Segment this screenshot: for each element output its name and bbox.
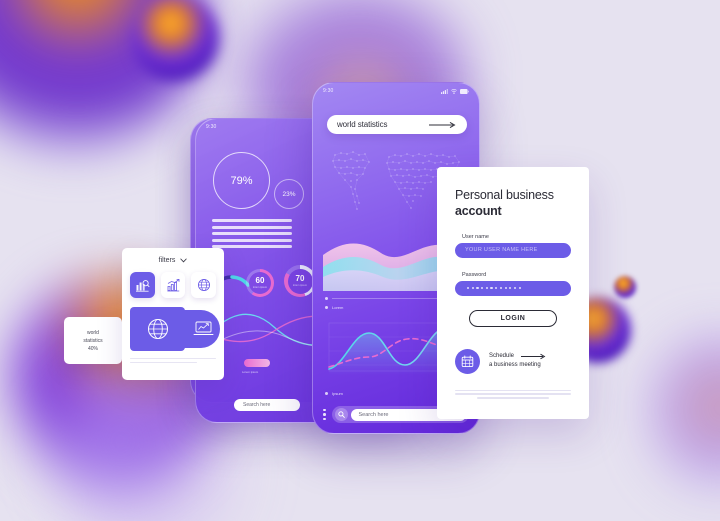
- filters-card-footer-text: [130, 358, 216, 364]
- gauge-60-value: 60: [255, 276, 265, 285]
- mini-stat-card: world statistics 40%: [64, 317, 122, 364]
- password-label: Password: [462, 271, 487, 278]
- filter-big-tile-globe[interactable]: [130, 307, 185, 351]
- placeholder-bars: [212, 219, 292, 252]
- filter-tile-bar-chart-up[interactable]: [160, 272, 186, 298]
- gauge-60: 60 lorem ipsum: [246, 269, 274, 297]
- filter-tiles: [130, 272, 217, 298]
- login-title-line1: Personal business: [455, 188, 554, 202]
- mini-stat-line2: statistics: [83, 337, 103, 344]
- front-phone-statusbar: 9:30: [313, 83, 479, 99]
- gauge-70-caption: lorem ipsum: [292, 284, 308, 287]
- password-field[interactable]: [455, 280, 571, 296]
- filter-tile-globe[interactable]: [191, 272, 217, 298]
- search-icon: [334, 408, 348, 421]
- statusbar-time: 9:30: [323, 88, 334, 94]
- username-field[interactable]: YOUR USER NAME HERE: [455, 242, 571, 258]
- mini-stat-line1: world: [87, 329, 99, 336]
- laptop-chart-icon: [193, 321, 213, 335]
- globe-icon: [147, 319, 168, 339]
- arrow-right-icon: [429, 121, 456, 128]
- login-card-title: Personal business account: [455, 187, 571, 220]
- wifi-icon: [451, 88, 457, 94]
- background-sphere-tiny-right: [614, 276, 636, 298]
- filters-header[interactable]: filters: [130, 257, 216, 264]
- legend-label-ipsum: Ipsum: [332, 391, 343, 396]
- statusbar-time: 9:30: [206, 124, 217, 130]
- username-label: User name: [462, 233, 489, 240]
- world-statistics-label: world statistics: [337, 120, 388, 129]
- filter-big-tiles: [130, 307, 220, 351]
- schedule-line2: a business meeting: [489, 362, 541, 368]
- arrow-right-icon: [521, 353, 546, 360]
- login-title-line2: account: [455, 204, 502, 219]
- statusbar-icons: [441, 88, 469, 94]
- chevron-down-icon[interactable]: [180, 258, 188, 263]
- password-masked-dots: [465, 286, 521, 290]
- filter-big-tile-laptop[interactable]: [182, 310, 220, 348]
- background-sphere-small-top: [133, 0, 219, 81]
- donut-small-value: 23%: [282, 190, 296, 198]
- calendar-icon: [455, 348, 480, 374]
- schedule-text: Schedule a business meeting: [489, 352, 547, 371]
- donut-small: 23%: [274, 179, 304, 209]
- battery-icon: [460, 88, 469, 94]
- back-phone-search-input[interactable]: Search here: [234, 399, 300, 411]
- signal-icon: [441, 88, 448, 94]
- background-blob-bottom-right: [653, 338, 720, 488]
- gauge-60-caption: lorem ipsum: [252, 286, 268, 289]
- schedule-meeting-row[interactable]: Schedule a business meeting: [455, 348, 571, 374]
- login-card-footer-text: [455, 389, 571, 399]
- donut-large-value: 79%: [230, 174, 253, 187]
- schedule-line1: Schedule: [489, 352, 515, 359]
- mini-stat-line3: 40%: [87, 345, 98, 352]
- legend-label-lorem: Lorem: [332, 305, 344, 310]
- filter-tile-bar-chart-search[interactable]: [130, 272, 155, 298]
- globe-icon: [197, 279, 210, 291]
- bar-chart-search-icon: [135, 279, 150, 292]
- filters-title: filters: [158, 257, 176, 264]
- world-statistics-bar[interactable]: world statistics: [327, 115, 467, 134]
- pill-caption-1: Lorem ipsum: [242, 370, 259, 374]
- filters-card: filters: [122, 248, 224, 380]
- login-card: Personal business account User name YOUR…: [437, 167, 589, 419]
- pill-button-lorem-1[interactable]: [244, 359, 270, 367]
- gauge-70-value: 70: [295, 274, 305, 283]
- scene: 9:30 79% 23% 60 lorem ipsum 70 lorem ips…: [0, 0, 720, 521]
- bar-chart-up-icon: [166, 278, 179, 291]
- login-button[interactable]: LOGIN: [469, 309, 557, 327]
- username-placeholder: YOUR USER NAME HERE: [465, 247, 538, 253]
- more-vertical-icon[interactable]: [323, 408, 326, 421]
- donut-large: 79%: [213, 152, 270, 209]
